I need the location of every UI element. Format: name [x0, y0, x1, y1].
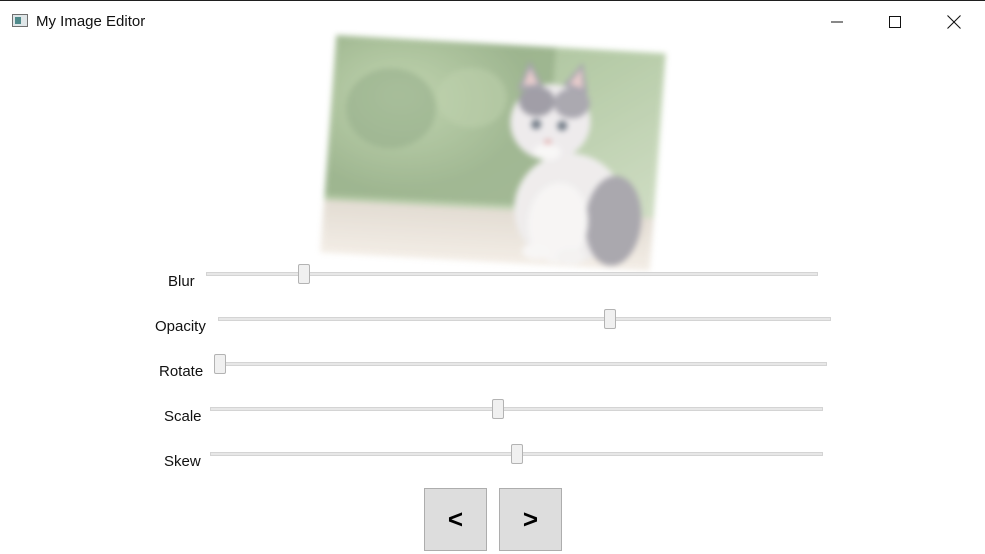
rotate-slider-track[interactable] [214, 362, 827, 366]
opacity-slider-thumb[interactable] [604, 309, 617, 329]
close-button[interactable] [925, 1, 983, 43]
opacity-slider[interactable] [218, 309, 831, 329]
title-bar[interactable]: My Image Editor [0, 1, 985, 43]
minimize-button[interactable] [808, 1, 866, 43]
blur-label: Blur [168, 273, 195, 290]
skew-slider[interactable] [210, 444, 823, 464]
previous-button[interactable]: < [424, 488, 487, 551]
rotate-slider-thumb[interactable] [214, 354, 227, 374]
window-title: My Image Editor [36, 13, 146, 30]
scale-slider-track[interactable] [210, 407, 823, 411]
edited-image [320, 35, 666, 271]
rotate-slider[interactable] [214, 354, 827, 374]
maximize-icon [889, 16, 901, 28]
blur-slider-thumb[interactable] [297, 264, 310, 284]
skew-slider-thumb[interactable] [510, 444, 523, 464]
rotate-label: Rotate [159, 363, 204, 380]
kitten-photo [320, 35, 666, 271]
scale-slider-thumb[interactable] [492, 399, 505, 419]
maximize-button[interactable] [866, 1, 924, 43]
close-icon [947, 15, 961, 29]
skew-label: Skew [164, 453, 201, 470]
window-app-icon [12, 14, 28, 27]
scale-slider[interactable] [210, 399, 823, 419]
minimize-icon [831, 21, 843, 23]
next-button[interactable]: > [499, 488, 562, 551]
scale-label: Scale [164, 408, 202, 425]
app-window: My Image Editor Blur Opacity Rotate Scal… [0, 0, 985, 554]
blur-slider[interactable] [206, 264, 818, 284]
opacity-label: Opacity [155, 318, 206, 335]
opacity-slider-track[interactable] [218, 317, 831, 321]
